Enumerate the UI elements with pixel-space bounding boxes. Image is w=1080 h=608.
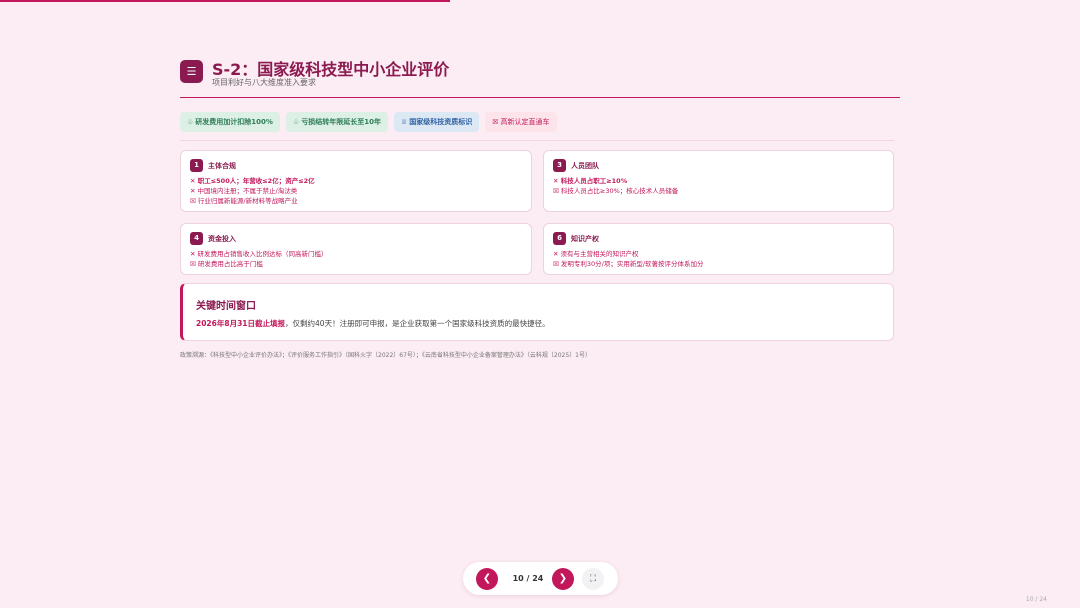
pagination-bar: ❮ 10 / 24 ❯ ⛶ [463,562,618,595]
card-entity-compliance: 1 主体合规 ✕ 职工≤500人；年营收≤2亿；资产≤2亿 ✕ 中国境内注册；不… [180,150,532,212]
card-number: 4 [190,232,203,245]
card-line: ✕ 职工≤500人；年营收≤2亿；资产≤2亿 [190,177,315,185]
deadline-highlight: 2026年8月31日截止填报 [196,319,286,328]
slide-header: ☰ S-2：国家级科技型中小企业评价 项目利好与八大维度准入要求 [180,56,900,98]
chevron-right-icon: ❯ [558,573,568,584]
box-icon: ☒ [492,118,499,126]
window-body: ，仅剩约40天！注册即可申报，是企业获取第一个国家级科技资质的最快捷径。 [285,319,550,328]
card-title: 主体合规 [208,161,236,170]
card-number: 1 [190,159,203,172]
card-line: ☒ 行业归属新能源/新材料等战略产业 [190,197,298,205]
page-counter: 10 / 24 [512,574,544,583]
tag-loss-carryforward: ♧ 亏损结转年限延长至10年 [285,112,388,132]
menu-icon: ☰ [180,60,203,83]
card-title: 资金投入 [208,234,236,243]
tag-high-tech-fasttrack: ☒ 高新认定直通车 [485,112,557,132]
tag-label: 研发费用加计扣除100% [195,118,273,126]
tag-label: 亏损结转年限延长至10年 [301,118,381,126]
policy-source: 政策溯源：《科技型中小企业评价办法》；《评价服务工作指引》（国科火字〔2022〕… [180,352,591,359]
leaf-icon: ♧ [292,118,300,126]
card-line: ✕ 须有与主营相关的知识产权 [553,250,639,258]
fullscreen-icon: ⛶ [589,574,597,584]
card-number: 3 [553,159,566,172]
card-funding: 4 资金投入 ✕ 研发费用占销售收入比例达标（同高新门槛） ☒ 研发费用占比高于… [180,223,532,275]
leaf-icon: ♧ [187,118,194,126]
card-line: ☒ 发明专利30分/项；实用新型/软著按评分体系加分 [553,260,704,268]
window-text: 2026年8月31日截止填报，仅剩约40天！注册即可申报，是企业获取第一个国家级… [196,318,550,329]
fullscreen-button[interactable]: ⛶ [582,568,604,590]
card-line: ☒ 研发费用占比高于门槛 [190,260,263,268]
tag-label: 国家级科技资质标识 [409,118,473,126]
key-time-window: 关键时间窗口 2026年8月31日截止填报，仅剩约40天！注册即可申报，是企业获… [180,283,894,341]
corner-page-number: 10 / 24 [1025,596,1047,603]
progress-fill [0,0,451,2]
card-number: 6 [553,232,566,245]
card-line: ✕ 中国境内注册；不属于禁止/淘汰类 [190,187,298,195]
next-button[interactable]: ❯ [552,568,574,590]
prev-button[interactable]: ❮ [476,568,498,590]
trophy-icon: ♕ [400,118,408,126]
card-personnel: 3 人员团队 ✕ 科技人员占职工≥10% ☒ 科技人员占比≥30%；核心技术人员… [543,150,894,212]
card-ip: 6 知识产权 ✕ 须有与主营相关的知识产权 ☒ 发明专利30分/项；实用新型/软… [543,223,894,275]
progress-bar [0,0,1080,2]
card-line: ✕ 科技人员占职工≥10% [553,177,628,185]
card-line: ✕ 研发费用占销售收入比例达标（同高新门槛） [190,250,328,258]
card-line: ☒ 科技人员占比≥30%；核心技术人员储备 [553,187,679,195]
tag-rd-deduction: ♧ 研发费用加计扣除100% [180,112,280,132]
divider [180,140,894,141]
card-title: 知识产权 [571,234,599,243]
page-subtitle: 项目利好与八大维度准入要求 [212,78,316,87]
window-title: 关键时间窗口 [196,301,256,312]
tag-national-qualification: ♕ 国家级科技资质标识 [393,112,480,132]
chevron-left-icon: ❮ [482,573,492,584]
benefit-tags: ♧ 研发费用加计扣除100% ♧ 亏损结转年限延长至10年 ♕ 国家级科技资质标识 ☒… [180,112,557,132]
card-title: 人员团队 [571,161,599,170]
tag-label: 高新认定直通车 [500,118,550,126]
